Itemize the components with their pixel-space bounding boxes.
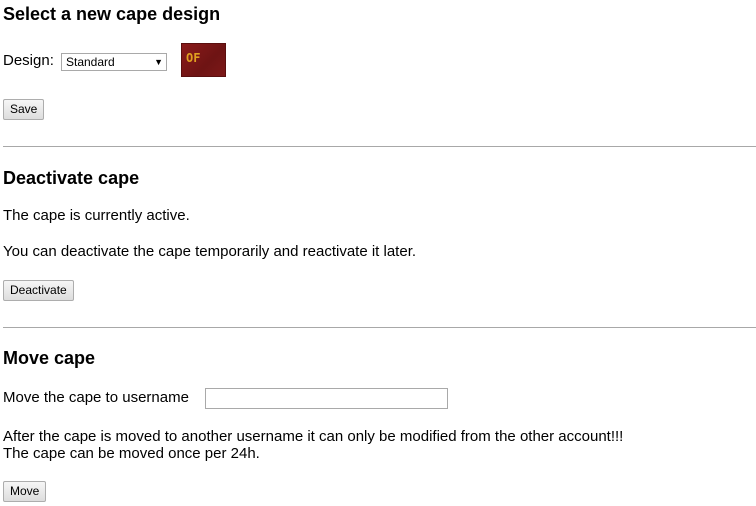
move-button[interactable]: Move — [3, 481, 47, 502]
deactivate-info-text: You can deactivate the cape temporarily … — [3, 243, 417, 260]
cape-status-text: The cape is currently active. — [3, 207, 190, 224]
design-select-value: Standard — [66, 55, 115, 69]
design-label: Design: — [3, 52, 54, 69]
section-divider — [3, 327, 756, 328]
cape-logo: OF — [186, 51, 201, 65]
design-heading: Select a new cape design — [3, 4, 221, 24]
save-button[interactable]: Save — [3, 99, 45, 120]
username-input[interactable] — [205, 388, 448, 409]
deactivate-heading: Deactivate cape — [3, 168, 140, 188]
move-warning-text: After the cape is moved to another usern… — [3, 428, 624, 445]
deactivate-button[interactable]: Deactivate — [3, 280, 74, 301]
design-select[interactable]: Standard ▼ — [61, 53, 167, 71]
move-limit-text: The cape can be moved once per 24h. — [3, 445, 260, 462]
cape-preview-image: OF — [181, 43, 226, 77]
section-divider — [3, 146, 756, 147]
username-label: Move the cape to username — [3, 389, 189, 406]
chevron-down-icon: ▼ — [154, 57, 163, 67]
move-heading: Move cape — [3, 348, 96, 368]
